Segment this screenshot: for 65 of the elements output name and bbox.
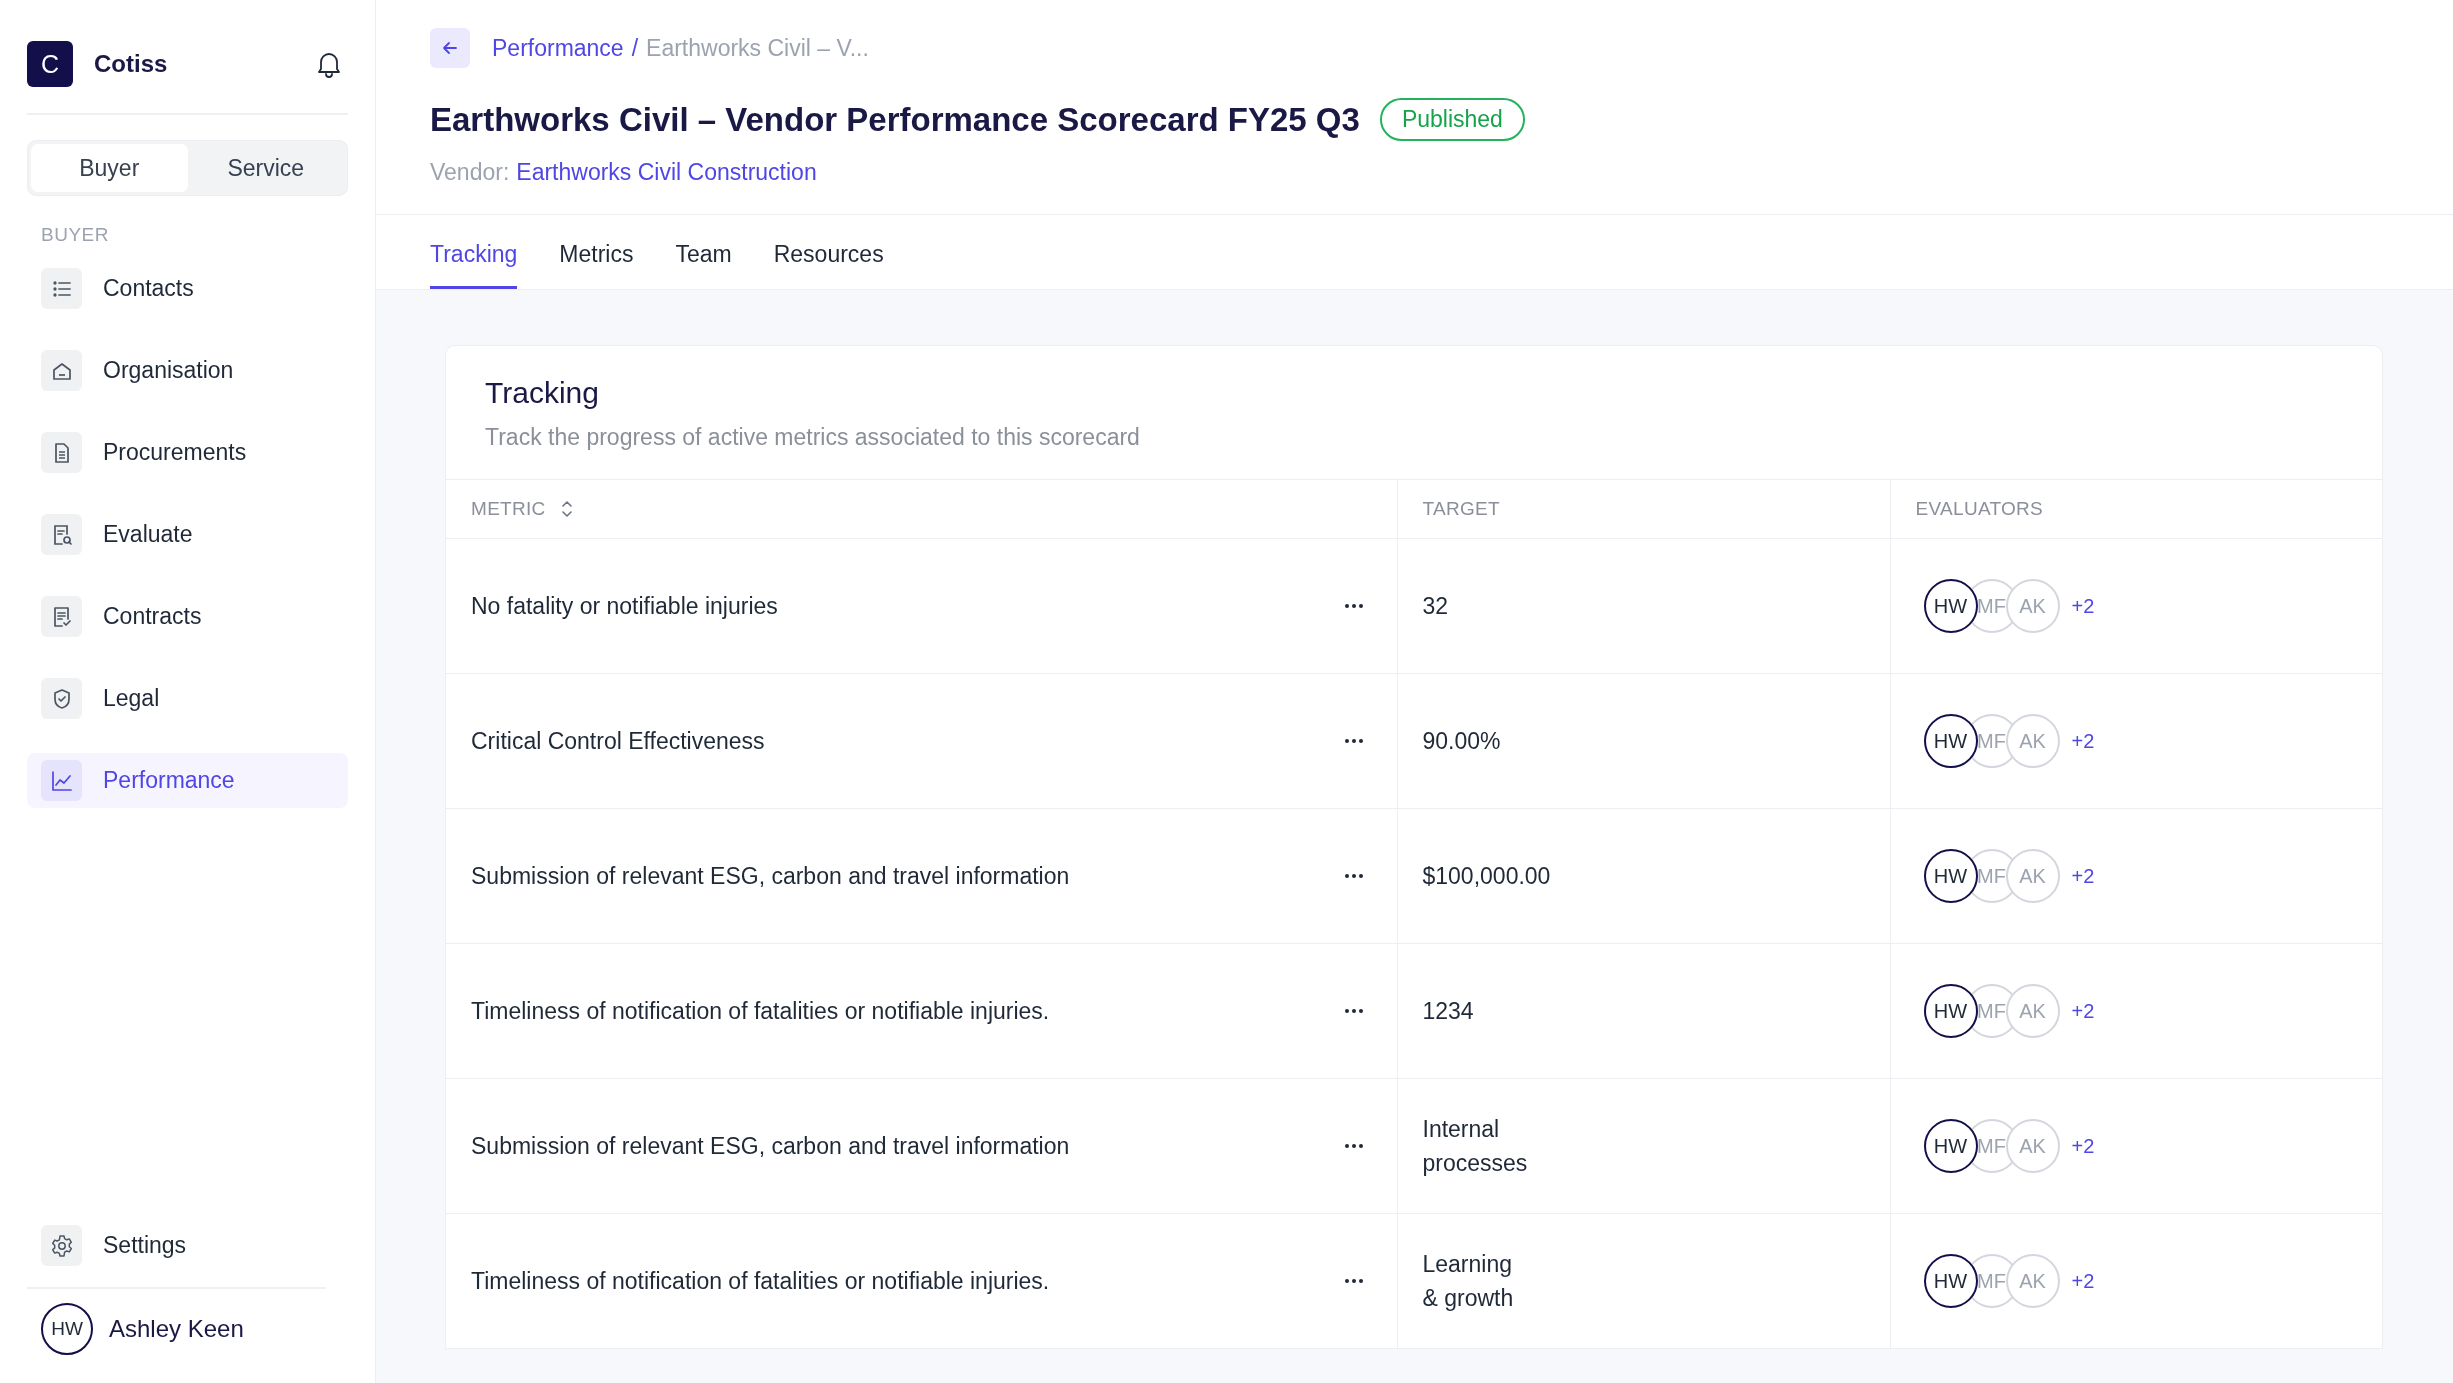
target-value: 90.00% bbox=[1422, 726, 1501, 756]
evaluator-avatar: AK bbox=[2005, 984, 2060, 1038]
tab[interactable]: Metrics bbox=[559, 215, 634, 289]
page-title: Earthworks Civil – Vendor Performance Scorecard FY25 Q3 bbox=[430, 100, 1360, 139]
sort-icon bbox=[559, 499, 574, 519]
line-chart-icon bbox=[50, 769, 73, 792]
vendor-link[interactable]: Earthworks Civil Construction bbox=[516, 159, 817, 186]
nav-item[interactable]: Procurements bbox=[27, 425, 348, 480]
more-evaluators-count[interactable]: +2 bbox=[2071, 1266, 2095, 1296]
more-icon bbox=[1343, 1008, 1364, 1014]
evaluator-avatar: AK bbox=[2005, 714, 2060, 768]
evaluator-avatar: AK bbox=[2005, 1254, 2060, 1308]
status-badge: Published bbox=[1379, 98, 1525, 141]
metric-name: Submission of relevant ESG, carbon and travel information bbox=[471, 861, 1070, 891]
nav-item[interactable]: Organisation bbox=[27, 343, 348, 398]
more-evaluators-count[interactable]: +2 bbox=[2071, 726, 2095, 756]
mode-option[interactable]: Service bbox=[187, 144, 344, 192]
metric-name: Critical Control Effectiveness bbox=[471, 726, 765, 756]
more-icon bbox=[1343, 1143, 1364, 1149]
user-avatar[interactable]: HW bbox=[41, 1303, 93, 1355]
metric-name: Timeliness of notification of fatalities or notifiable injuries. bbox=[471, 1266, 1050, 1296]
more-icon bbox=[1343, 873, 1364, 879]
more-icon bbox=[1343, 738, 1364, 744]
section-label: BUYER bbox=[40, 224, 110, 246]
more-icon bbox=[1343, 1278, 1364, 1284]
target-value: Internal processes bbox=[1422, 1114, 1529, 1178]
vendor-label: Vendor: bbox=[430, 159, 510, 186]
brand-logo: C bbox=[27, 41, 73, 87]
card-title: Tracking bbox=[485, 376, 600, 410]
target-value: 1234 bbox=[1422, 996, 1474, 1026]
metric-name: Timeliness of notification of fatalities or notifiable injuries. bbox=[471, 996, 1050, 1026]
user-name: Ashley Keen bbox=[109, 1315, 244, 1343]
tab[interactable]: Resources bbox=[773, 215, 884, 289]
target-value: Learning & growth bbox=[1422, 1249, 1515, 1313]
evaluator-avatar: AK bbox=[2005, 579, 2060, 633]
column-header: TARGET bbox=[1397, 479, 1890, 539]
brand-name: Cotiss bbox=[94, 50, 169, 78]
metric-name: Submission of relevant ESG, carbon and travel information bbox=[471, 1131, 1070, 1161]
target-value: $100,000.00 bbox=[1422, 861, 1551, 891]
more-evaluators-count[interactable]: +2 bbox=[2071, 996, 2095, 1026]
breadcrumb-current: Earthworks Civil – V... bbox=[646, 34, 869, 62]
nav-item[interactable]: Performance bbox=[27, 753, 348, 808]
settings-icon bbox=[49, 1233, 74, 1258]
nav-item[interactable]: Evaluate bbox=[27, 507, 348, 562]
evaluator-avatar: AK bbox=[2005, 849, 2060, 903]
breadcrumb-separator: / bbox=[631, 34, 639, 62]
target-value: 32 bbox=[1422, 591, 1449, 621]
breadcrumb-link[interactable]: Performance bbox=[492, 34, 624, 62]
more-evaluators-count[interactable]: +2 bbox=[2071, 591, 2095, 621]
metric-name: No fatality or notifiable injuries bbox=[471, 591, 778, 621]
more-evaluators-count[interactable]: +2 bbox=[2071, 1131, 2095, 1161]
mode-option[interactable]: Buyer bbox=[31, 144, 188, 192]
settings-item[interactable]: Settings bbox=[27, 1218, 348, 1273]
more-evaluators-count[interactable]: +2 bbox=[2071, 861, 2095, 891]
nav-item[interactable]: Contracts bbox=[27, 589, 348, 644]
nav-item[interactable]: Contacts bbox=[27, 261, 348, 316]
tab[interactable]: Tracking bbox=[430, 215, 518, 289]
tab[interactable]: Team bbox=[675, 215, 732, 289]
notification-bell-icon[interactable] bbox=[316, 50, 342, 78]
column-header: EVALUATORS bbox=[1890, 479, 2382, 539]
evaluator-avatar: AK bbox=[2005, 1119, 2060, 1173]
nav-item[interactable]: Legal bbox=[27, 671, 348, 726]
more-icon bbox=[1343, 603, 1364, 609]
back-button[interactable] bbox=[430, 28, 470, 68]
card-subtitle: Track the progress of active metrics associated to this scorecard bbox=[485, 424, 1141, 451]
